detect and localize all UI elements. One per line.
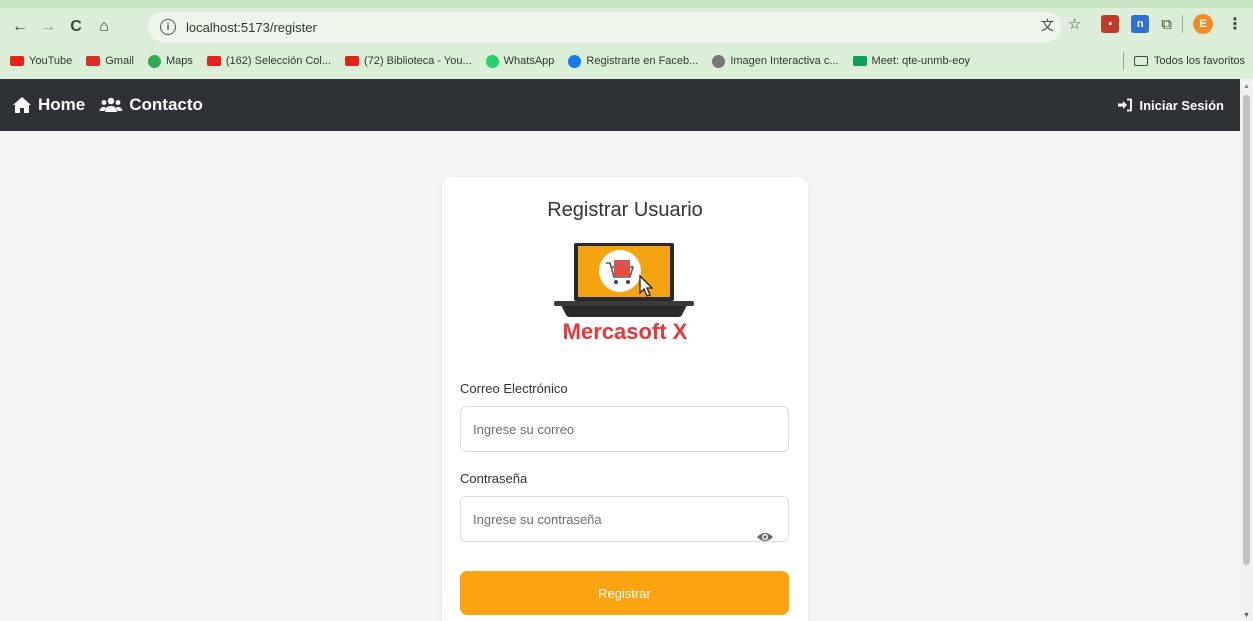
bookmark-label: YouTube xyxy=(29,55,73,67)
menu-icon[interactable]: ⋮ xyxy=(1227,14,1243,34)
bookmark-favicon-icon xyxy=(86,56,101,66)
bookmark-label: Meet: qte-unmb-eoy xyxy=(871,55,970,67)
brand-name: Mercasoft X xyxy=(562,319,688,344)
bookmark-item[interactable]: Registrarte en Faceb... xyxy=(568,54,699,68)
bookmark-favicon-icon xyxy=(568,54,582,68)
bookmark-label: (72) Biblioteca - You... xyxy=(364,55,472,67)
scroll-down-icon[interactable]: ▼ xyxy=(1243,612,1250,619)
bookmark-favicon-icon xyxy=(485,54,499,68)
url-text: localhost:5173/register xyxy=(186,19,317,35)
eye-icon[interactable] xyxy=(756,531,774,543)
scroll-up-icon[interactable]: ▲ xyxy=(1243,83,1250,90)
bookmark-item[interactable]: Maps xyxy=(147,54,193,68)
bookmark-label: Imagen Interactiva c... xyxy=(730,55,839,67)
bookmark-label: (162) Selección Col... xyxy=(225,55,332,67)
address-bar[interactable]: i localhost:5173/register xyxy=(148,12,1061,42)
bookmarks-bar: YouTube Gmail Maps (162) Selección Col... (7… xyxy=(0,48,1253,74)
sign-in-icon xyxy=(1118,98,1133,112)
puzzle-icon[interactable]: ⧉ xyxy=(1161,16,1172,33)
star-icon[interactable]: ☆ xyxy=(1068,15,1081,33)
bookmark-favicon-icon xyxy=(10,56,24,66)
nav-contact[interactable]: Contacto xyxy=(99,95,203,115)
password-label: Contraseña xyxy=(460,471,528,486)
bookmark-favicon-icon xyxy=(345,56,360,66)
toolbar-divider xyxy=(1182,15,1183,33)
bookmark-item[interactable]: WhatsApp xyxy=(485,54,555,68)
browser-chrome: ← → C ⌂ i localhost:5173/register 文 ☆ ▪ … xyxy=(0,0,1253,79)
page-title: Registrar Usuario xyxy=(547,199,703,221)
bookmark-item[interactable]: Gmail xyxy=(86,55,134,67)
profile-avatar[interactable]: E xyxy=(1193,14,1213,34)
bookmark-favicon-icon xyxy=(206,56,221,66)
nav-home-label: Home xyxy=(38,95,86,114)
tab-strip xyxy=(0,0,1253,8)
page-scrollbar[interactable]: ▲ ▼ xyxy=(1240,79,1253,621)
extension-icon[interactable]: ▪ xyxy=(1101,15,1120,33)
forward-icon[interactable]: → xyxy=(34,13,62,41)
bookmark-item[interactable]: Imagen Interactiva c... xyxy=(712,54,839,68)
users-icon xyxy=(99,97,123,112)
bookmark-label: Gmail xyxy=(105,55,134,67)
bookmark-label: WhatsApp xyxy=(503,55,555,67)
home-icon xyxy=(13,97,31,113)
email-field[interactable] xyxy=(460,406,789,452)
app-navbar: Home Contacto Iniciar Sesión xyxy=(0,79,1240,131)
bookmark-item[interactable]: (72) Biblioteca - You... xyxy=(345,55,472,67)
back-icon[interactable]: ← xyxy=(6,13,34,41)
bookmark-label: Registrarte en Faceb... xyxy=(586,55,699,67)
folder-icon xyxy=(1133,56,1148,66)
toolbar-right: 文 ☆ ▪ n ⧉ E ⋮ xyxy=(1041,14,1243,34)
all-bookmarks[interactable]: Todos los favoritos xyxy=(1119,48,1245,74)
scroll-thumb[interactable] xyxy=(1243,95,1250,565)
bookmark-item[interactable]: YouTube xyxy=(10,55,72,67)
register-button[interactable]: Registrar xyxy=(460,571,789,615)
extension-n-icon[interactable]: n xyxy=(1131,15,1150,33)
bookmark-item[interactable]: (162) Selección Col... xyxy=(206,55,332,67)
bookmark-label: Maps xyxy=(165,55,193,67)
browser-toolbar: ← → C ⌂ i localhost:5173/register 文 ☆ ▪ … xyxy=(0,8,1253,46)
email-label: Correo Electrónico xyxy=(460,381,568,396)
bookmark-favicon-icon xyxy=(852,56,867,66)
translate-icon[interactable]: 文 xyxy=(1041,15,1054,34)
site-info-icon[interactable]: i xyxy=(160,19,176,35)
bookmark-favicon-icon xyxy=(147,54,161,68)
reload-icon[interactable]: C xyxy=(62,13,90,41)
nav-home[interactable]: Home xyxy=(12,95,85,115)
mercasoft-logo xyxy=(554,243,694,317)
home-browser-icon[interactable]: ⌂ xyxy=(90,13,118,41)
bookmarks-divider xyxy=(1122,52,1124,70)
nav-contact-label: Contacto xyxy=(129,95,203,114)
password-field[interactable] xyxy=(460,496,789,542)
login-link[interactable]: Iniciar Sesión xyxy=(1117,79,1224,131)
bookmark-item[interactable]: Meet: qte-unmb-eoy xyxy=(852,55,970,67)
register-card: Registrar Usuario Mercasoft X Correo Ele… xyxy=(442,177,808,621)
bookmark-favicon-icon xyxy=(712,54,726,68)
all-bookmarks-label: Todos los favoritos xyxy=(1153,55,1245,67)
login-label: Iniciar Sesión xyxy=(1139,97,1224,113)
